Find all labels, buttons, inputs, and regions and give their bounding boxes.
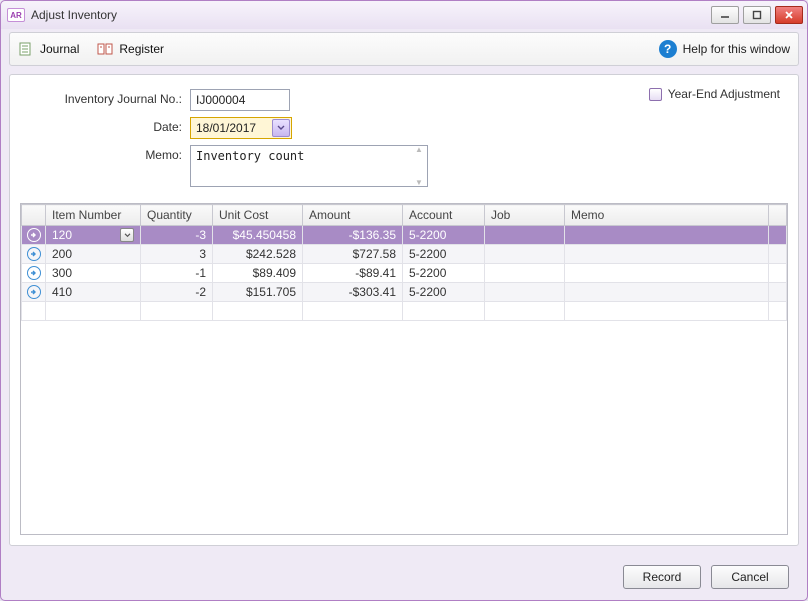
memo-input[interactable]: Inventory count [190,145,428,187]
memo-label: Memo: [20,145,190,162]
table-row[interactable]: 300-1$89.409-$89.415-2200 [22,264,787,283]
table-row[interactable]: 120-3$45.450458-$136.355-2200 [22,226,787,245]
col-header-job[interactable]: Job [485,205,565,226]
app-badge: AR [7,8,25,22]
zoom-arrow-icon [27,228,41,242]
journal-button[interactable]: Journal [18,41,79,57]
row-zoom-button[interactable] [22,226,46,245]
cancel-button[interactable]: Cancel [711,565,789,589]
date-input[interactable] [191,118,271,138]
cell-amount[interactable]: -$136.35 [303,226,403,245]
cell-quantity[interactable]: 3 [141,245,213,264]
row-zoom-button[interactable] [22,264,46,283]
chevron-down-icon [277,125,285,131]
help-label: Help for this window [683,42,790,56]
col-header-memo[interactable]: Memo [565,205,769,226]
cell-memo[interactable] [565,245,769,264]
cell-tail [769,245,787,264]
cell-amount[interactable]: -$89.41 [303,264,403,283]
cell-item[interactable]: 120 [46,226,141,245]
row-zoom-button[interactable] [22,283,46,302]
cell-memo[interactable] [565,283,769,302]
journal-no-input[interactable] [190,89,290,111]
cell-tail [769,226,787,245]
cell-item[interactable]: 200 [46,245,141,264]
table-row[interactable]: 410-2$151.705-$303.415-2200 [22,283,787,302]
cell-tail [769,283,787,302]
col-header-quantity[interactable]: Quantity [141,205,213,226]
zoom-arrow-icon [27,266,41,280]
cell-amount[interactable]: $727.58 [303,245,403,264]
cell-account[interactable]: 5-2200 [403,264,485,283]
help-link[interactable]: ? Help for this window [659,40,790,58]
register-label: Register [119,42,164,56]
col-header-unitcost[interactable]: Unit Cost [213,205,303,226]
cell-job[interactable] [485,283,565,302]
content-panel: Year-End Adjustment Inventory Journal No… [9,74,799,546]
window-title: Adjust Inventory [31,8,711,22]
item-dropdown-button[interactable] [120,228,134,242]
register-icon [97,41,113,57]
titlebar: AR Adjust Inventory [1,1,807,29]
cell-quantity[interactable]: -1 [141,264,213,283]
toolbar: Journal Register ? Help for this window [9,32,799,66]
cell-amount[interactable]: -$303.41 [303,283,403,302]
window-frame: AR Adjust Inventory Journal Regist [0,0,808,601]
cell-item[interactable]: 300 [46,264,141,283]
cell-unitcost[interactable]: $45.450458 [213,226,303,245]
journal-label: Journal [40,42,79,56]
cell-account[interactable]: 5-2200 [403,245,485,264]
close-icon [783,10,795,20]
cell-job[interactable] [485,264,565,283]
minimize-button[interactable] [711,6,739,24]
cell-memo[interactable] [565,264,769,283]
cell-tail [769,264,787,283]
maximize-button[interactable] [743,6,771,24]
col-header-amount[interactable]: Amount [303,205,403,226]
col-header-account[interactable]: Account [403,205,485,226]
cell-unitcost[interactable]: $89.409 [213,264,303,283]
cell-quantity[interactable]: -2 [141,283,213,302]
table-row-empty[interactable] [22,302,787,321]
minimize-icon [719,10,731,20]
window-controls [711,6,803,24]
year-end-checkbox[interactable]: Year-End Adjustment [649,87,780,101]
footer: Record Cancel [1,554,807,600]
cell-memo[interactable] [565,226,769,245]
record-button[interactable]: Record [623,565,701,589]
cell-quantity[interactable]: -3 [141,226,213,245]
year-end-label: Year-End Adjustment [668,87,780,101]
row-zoom-button[interactable] [22,245,46,264]
table-header-row: Item Number Quantity Unit Cost Amount Ac… [22,205,787,226]
items-table: Item Number Quantity Unit Cost Amount Ac… [20,203,788,535]
register-button[interactable]: Register [97,41,164,57]
maximize-icon [751,10,763,20]
journal-icon [18,41,34,57]
table-row[interactable]: 2003$242.528$727.585-2200 [22,245,787,264]
journal-no-label: Inventory Journal No.: [20,89,190,106]
help-icon: ? [659,40,677,58]
date-field [190,117,292,139]
col-header-tail [769,205,787,226]
cell-unitcost[interactable]: $242.528 [213,245,303,264]
zoom-arrow-icon [27,247,41,261]
cell-account[interactable]: 5-2200 [403,283,485,302]
date-picker-button[interactable] [272,119,290,137]
scroll-up-icon: ▲ [415,145,423,154]
col-header-item[interactable]: Item Number [46,205,141,226]
cell-job[interactable] [485,226,565,245]
checkbox-icon [649,88,662,101]
date-label: Date: [20,117,190,134]
zoom-arrow-icon [27,285,41,299]
close-button[interactable] [775,6,803,24]
cell-account[interactable]: 5-2200 [403,226,485,245]
memo-scrollbar[interactable]: ▲ ▼ [411,145,427,187]
scroll-down-icon: ▼ [415,178,423,187]
cell-unitcost[interactable]: $151.705 [213,283,303,302]
col-header-icon[interactable] [22,205,46,226]
cell-job[interactable] [485,245,565,264]
cell-item[interactable]: 410 [46,283,141,302]
